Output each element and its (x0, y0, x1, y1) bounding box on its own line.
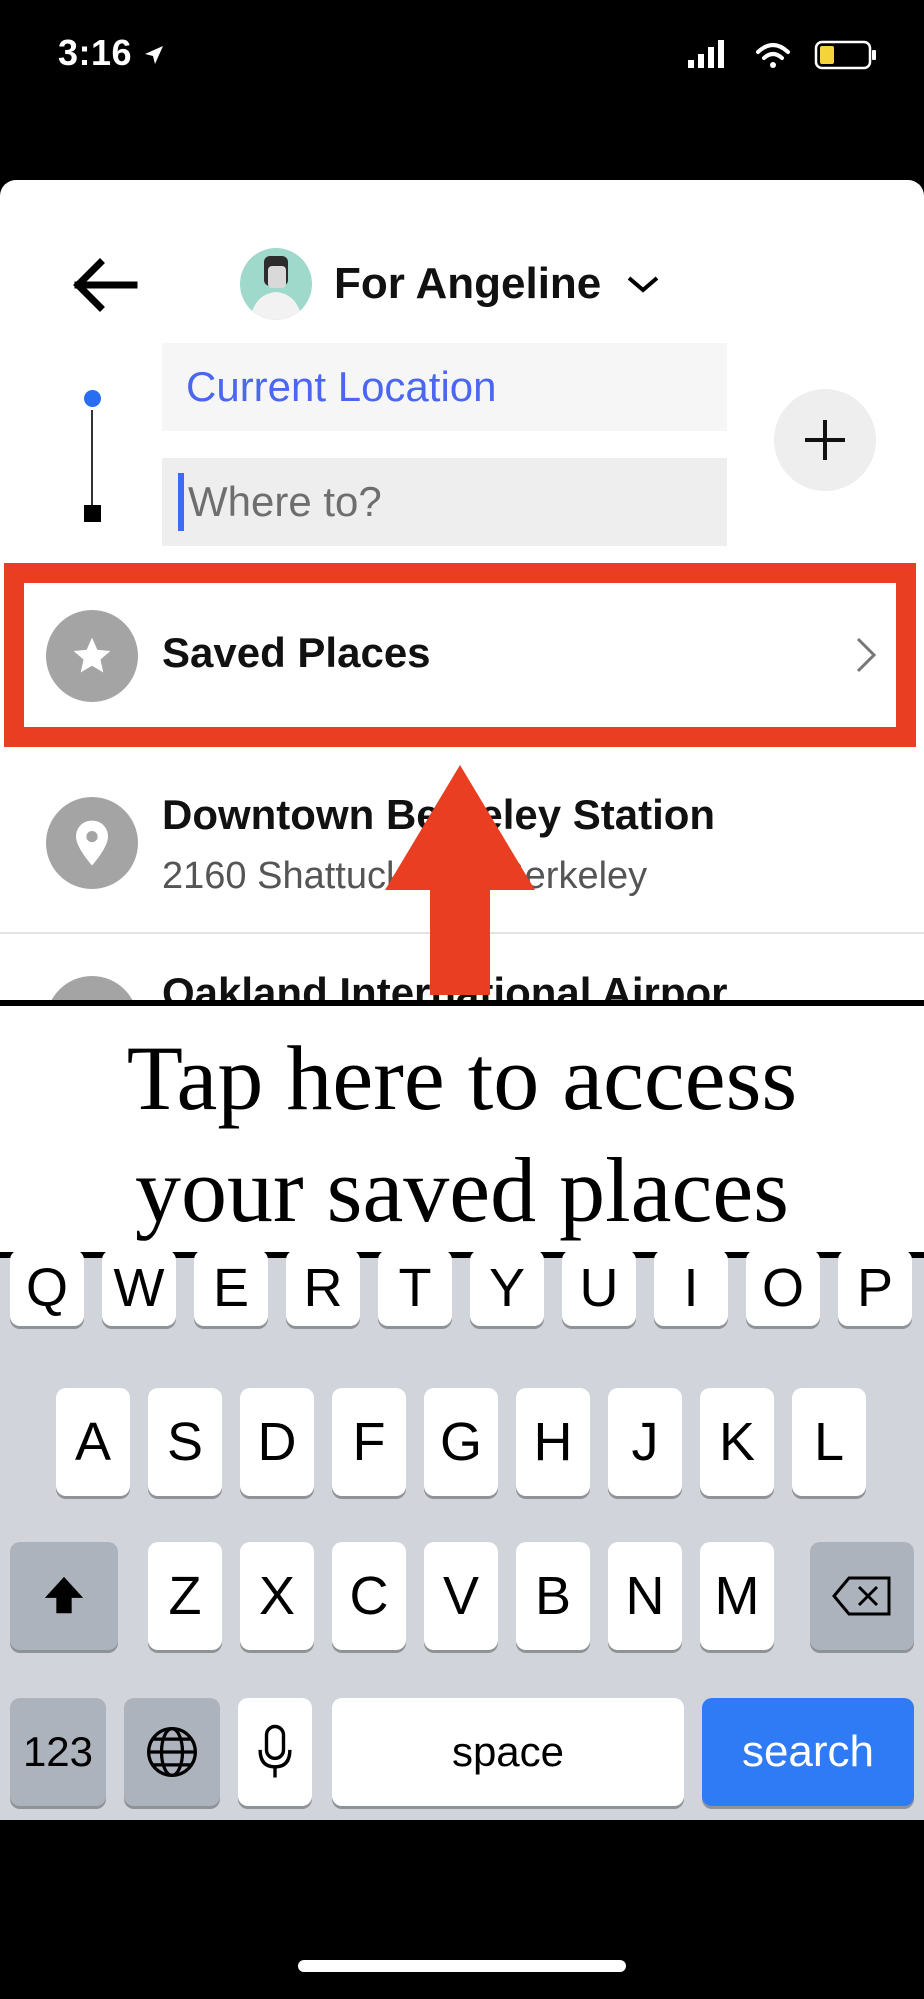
signal-icon (688, 40, 724, 68)
add-stop-button[interactable] (774, 389, 876, 491)
key-y[interactable]: Y (470, 1250, 544, 1326)
back-arrow-icon[interactable] (70, 255, 140, 315)
pin-icon (46, 797, 138, 889)
backspace-icon (832, 1576, 891, 1616)
key-o[interactable]: O (746, 1250, 820, 1326)
key-m[interactable]: M (700, 1542, 774, 1650)
status-time: 3:16 (58, 32, 165, 74)
key-r[interactable]: R (286, 1250, 360, 1326)
pickup-field[interactable]: Current Location (162, 343, 727, 431)
key-k[interactable]: K (700, 1388, 774, 1496)
key-a[interactable]: A (56, 1388, 130, 1496)
key-g[interactable]: G (424, 1388, 498, 1496)
key-j[interactable]: J (608, 1388, 682, 1496)
avatar (240, 248, 312, 320)
wifi-icon (756, 43, 790, 68)
annotation-arrow-icon (385, 765, 535, 995)
key-u[interactable]: U (562, 1250, 636, 1326)
destination-square-icon (84, 505, 101, 522)
dictation-key[interactable] (238, 1698, 312, 1806)
key-n[interactable]: N (608, 1542, 682, 1650)
space-key[interactable]: space (332, 1698, 684, 1806)
key-h[interactable]: H (516, 1388, 590, 1496)
shift-icon (44, 1576, 84, 1614)
key-p[interactable]: P (838, 1250, 912, 1326)
microphone-icon (258, 1724, 292, 1778)
globe-key[interactable] (124, 1698, 220, 1806)
key-d[interactable]: D (240, 1388, 314, 1496)
numbers-key[interactable]: 123 (10, 1698, 106, 1806)
text-cursor (178, 473, 184, 531)
search-key[interactable]: search (702, 1698, 914, 1806)
globe-icon (147, 1727, 197, 1777)
route-line (91, 410, 93, 505)
key-z[interactable]: Z (148, 1542, 222, 1650)
home-indicator (298, 1960, 626, 1972)
key-f[interactable]: F (332, 1388, 406, 1496)
key-v[interactable]: V (424, 1542, 498, 1650)
key-q[interactable]: Q (10, 1250, 84, 1326)
key-l[interactable]: L (792, 1388, 866, 1496)
status-indicators (688, 40, 876, 70)
annotation-caption: Tap here to access your saved places (0, 1000, 924, 1258)
destination-field[interactable]: Where to? (162, 458, 727, 546)
battery-icon (814, 40, 876, 70)
key-x[interactable]: X (240, 1542, 314, 1650)
rider-selector[interactable]: For Angeline (240, 248, 663, 320)
key-e[interactable]: E (194, 1250, 268, 1326)
pickup-dot-icon (84, 390, 101, 407)
delete-key[interactable] (810, 1542, 914, 1650)
caption-line-2: your saved places (135, 1139, 789, 1241)
key-i[interactable]: I (654, 1250, 728, 1326)
saved-places-highlight (4, 563, 916, 747)
location-arrow-icon (144, 46, 163, 65)
shift-key[interactable] (10, 1542, 118, 1650)
chevron-down-icon (627, 276, 659, 293)
rider-name: For Angeline (334, 259, 602, 308)
key-s[interactable]: S (148, 1388, 222, 1496)
key-w[interactable]: W (102, 1250, 176, 1326)
key-c[interactable]: C (332, 1542, 406, 1650)
key-b[interactable]: B (516, 1542, 590, 1650)
plus-icon (805, 420, 845, 460)
pin-icon (46, 976, 138, 1000)
key-t[interactable]: T (378, 1250, 452, 1326)
person-icon (250, 256, 302, 320)
keyboard: Q W E R T Y U I O P A S D F G H J K L Z … (0, 1250, 924, 1820)
caption-line-1: Tap here to access (126, 1027, 798, 1129)
